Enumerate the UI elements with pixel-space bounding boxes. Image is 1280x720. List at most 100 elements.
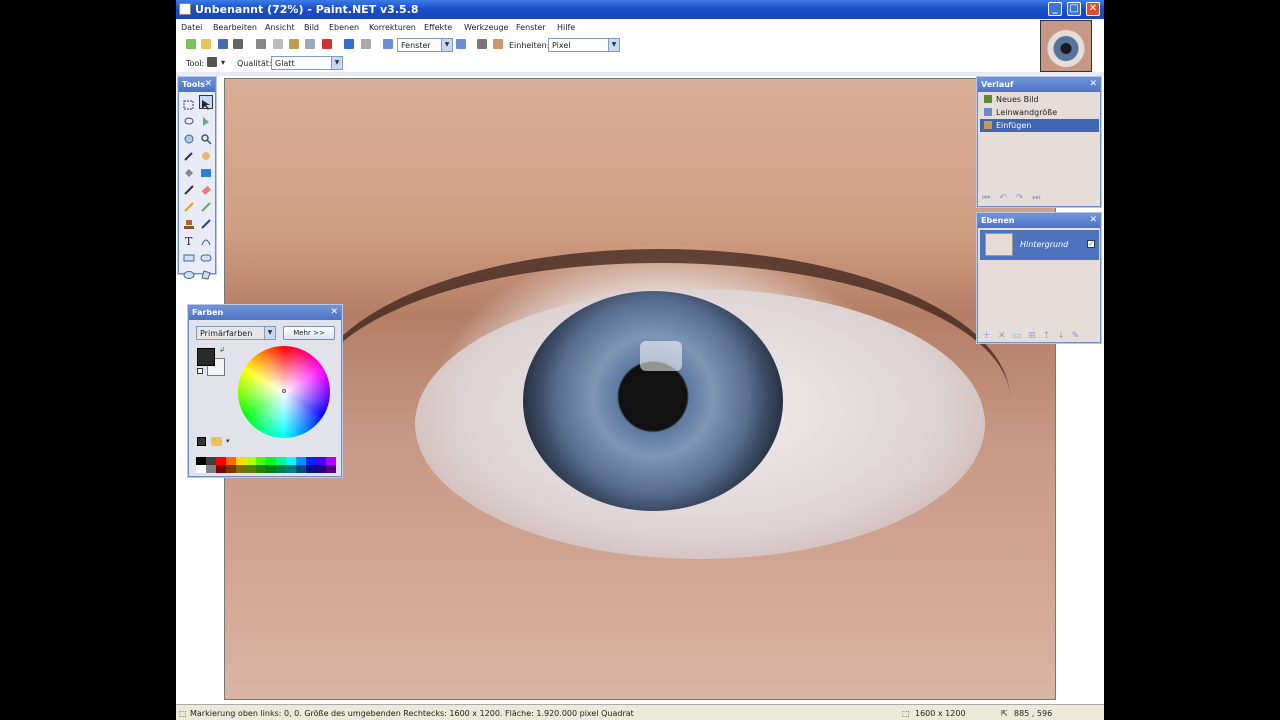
title-bar[interactable]: Unbenannt (72%) - Paint.NET v3.5.8 _ □ ✕ [176,0,1104,19]
save-icon[interactable] [218,39,228,49]
color-palette[interactable] [196,457,336,473]
history-item[interactable]: Neues Bild [980,93,1099,106]
image-thumbnail[interactable] [1040,20,1092,72]
layer-row[interactable]: Hintergrund ✓ [980,230,1099,260]
close-icon[interactable]: ✕ [1089,215,1097,225]
chevron-down-icon: ▼ [264,327,275,339]
undo-icon[interactable]: ↶ [999,193,1016,203]
close-icon[interactable]: ✕ [330,307,338,317]
move-layer-up-icon[interactable]: ↑ [1043,331,1058,341]
close-button[interactable]: ✕ [1086,2,1100,16]
menu-bearbeiten[interactable]: Bearbeiten [213,23,257,32]
history-item[interactable]: Einfügen [980,119,1099,132]
ellipse-select-icon[interactable] [183,130,195,144]
cut-icon[interactable] [256,39,266,49]
zoom-select[interactable]: Fenster ▼ [397,38,453,52]
print-icon[interactable] [233,39,243,49]
chevron-down-icon[interactable]: ▾ [221,58,225,67]
maximize-button[interactable]: □ [1067,2,1081,16]
layer-visibility-checkbox[interactable]: ✓ [1087,240,1095,248]
copy-icon[interactable] [273,39,283,49]
magic-wand-icon[interactable] [183,147,195,161]
zoom-in-icon[interactable] [456,39,466,49]
menu-werkzeuge[interactable]: Werkzeuge [464,23,508,32]
merge-layer-icon[interactable]: ⊞ [1028,331,1043,341]
menu-hilfe[interactable]: Hilfe [557,23,575,32]
new-icon[interactable] [186,39,196,49]
reset-colors-icon[interactable] [197,368,203,374]
open-icon[interactable] [201,39,211,49]
rectangle-select-icon[interactable] [183,96,195,110]
move-selection-icon[interactable] [207,57,217,67]
gradient-icon[interactable] [200,164,212,177]
lasso-icon[interactable] [183,113,195,125]
eraser-icon[interactable] [200,181,212,195]
freeform-shape-icon[interactable] [200,266,212,280]
layers-panel-header[interactable]: Ebenen ✕ [978,214,1100,228]
primary-color-swatch[interactable] [197,348,215,366]
paintbrush-icon[interactable] [183,181,195,195]
undo-icon[interactable] [344,39,354,49]
menu-bild[interactable]: Bild [304,23,319,32]
tools-panel-title: Tools [182,80,205,89]
close-icon[interactable]: ✕ [1089,79,1097,89]
add-layer-icon[interactable]: ＋ [982,331,998,341]
last-step-icon[interactable]: ⏭ [1032,193,1049,203]
redo-icon[interactable]: ↷ [1016,193,1033,203]
zoom-out-icon[interactable] [383,39,393,49]
close-icon[interactable]: ✕ [204,79,212,89]
ruler-icon[interactable] [493,39,503,49]
rounded-rectangle-icon[interactable] [200,249,212,262]
deselect-icon[interactable] [322,39,332,49]
status-bar: ⬚ Markierung oben links: 0, 0. Größe des… [176,704,1104,720]
quality-value: Glatt [275,59,295,68]
pencil-icon[interactable] [183,198,195,212]
duplicate-layer-icon[interactable]: ▭ [1013,331,1029,341]
move-layer-down-icon[interactable]: ↓ [1057,331,1072,341]
first-step-icon[interactable]: ⏮ [982,193,999,203]
chevron-down-icon[interactable]: ▾ [226,437,230,445]
menu-ebenen[interactable]: Ebenen [329,23,359,32]
menu-fenster[interactable]: Fenster [516,23,546,32]
rectangle-icon[interactable] [183,249,195,262]
move-selection-icon[interactable] [199,95,213,110]
redo-icon[interactable] [361,39,371,49]
text-icon[interactable]: T [183,232,195,248]
tools-panel-header[interactable]: Tools ✕ [179,78,215,92]
image-canvas[interactable] [224,78,1056,700]
delete-layer-icon[interactable]: ✕ [998,331,1013,341]
paint-bucket-icon[interactable] [183,164,195,177]
menu-korrekturen[interactable]: Korrekturen [369,23,416,32]
minimize-button[interactable]: _ [1048,2,1062,16]
clone-stamp-icon[interactable] [183,215,195,229]
colors-panel-header[interactable]: Farben ✕ [189,306,341,320]
units-select[interactable]: Pixel ▼ [548,38,620,52]
recolor-icon[interactable] [200,215,212,229]
palette-menu-icon[interactable] [211,437,222,446]
quality-select[interactable]: Glatt ▼ [271,56,343,70]
paintnet-window: Unbenannt (72%) - Paint.NET v3.5.8 _ □ ✕… [176,0,1104,720]
history-item[interactable]: Leinwandgröße [980,106,1099,119]
history-panel-header[interactable]: Verlauf ✕ [978,78,1100,92]
more-button[interactable]: Mehr >> [283,326,335,340]
swap-colors-icon[interactable]: ↲ [219,346,225,354]
crop-icon[interactable] [305,39,315,49]
palette-icon[interactable] [197,437,206,446]
grid-icon[interactable] [477,39,487,49]
move-pixels-icon[interactable] [200,113,212,126]
color-mode-value: Primärfarben [200,329,253,338]
pan-icon[interactable] [200,147,212,160]
layer-thumbnail [985,233,1013,256]
layer-properties-icon[interactable]: ✎ [1072,331,1087,341]
color-picker-icon[interactable] [200,198,212,212]
menu-datei[interactable]: Datei [181,23,202,32]
zoom-icon[interactable] [200,130,212,145]
menu-ansicht[interactable]: Ansicht [265,23,295,32]
paste-icon[interactable] [289,39,299,49]
menu-effekte[interactable]: Effekte [424,23,452,32]
history-item-label: Leinwandgröße [996,108,1058,117]
color-mode-select[interactable]: Primärfarben ▼ [196,326,276,340]
line-curve-icon[interactable] [200,232,212,246]
main-toolbar: Fenster ▼ Einheiten: Pixel ▼ [176,36,1036,54]
ellipse-icon[interactable] [183,266,195,279]
